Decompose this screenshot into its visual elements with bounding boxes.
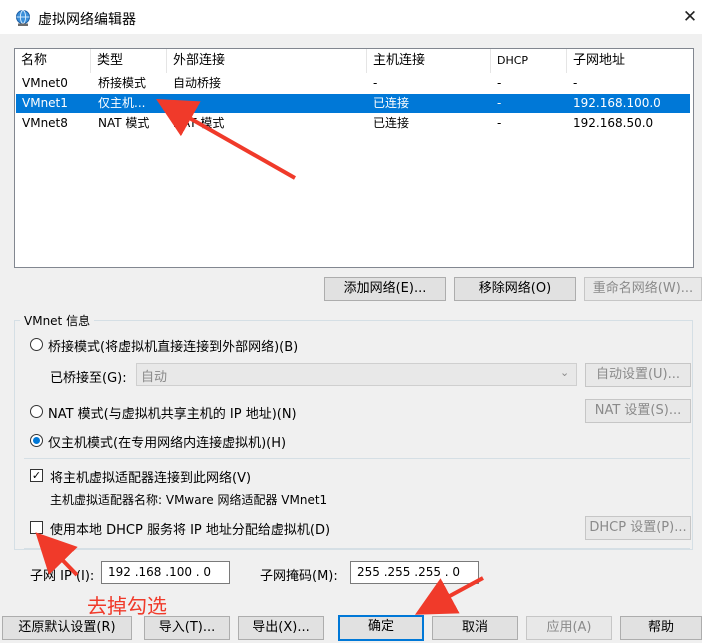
cell-type: 桥接模式 <box>98 76 147 90</box>
subnet-mask-label: 子网掩码(M): <box>260 569 338 584</box>
network-globe-icon <box>14 9 32 27</box>
column-header-type[interactable]: 类型 <box>91 49 167 73</box>
cell-subnet: 192.168.50.0 <box>573 116 654 130</box>
bridged-to-select[interactable] <box>136 363 577 386</box>
column-header-external[interactable]: 外部连接 <box>167 49 367 73</box>
network-row-vmnet1[interactable]: VMnet1 仅主机... - 已连接 - 192.168.100.0 <box>16 94 690 113</box>
network-row-vmnet0[interactable]: VMnet0 桥接模式 自动桥接 - - - <box>16 74 690 93</box>
dhcp-settings-button[interactable]: DHCP 设置(P)... <box>585 516 691 540</box>
auto-settings-button[interactable]: 自动设置(U)... <box>585 363 691 387</box>
subnet-ip-label: 子网 IP (I): <box>30 569 95 584</box>
vmnet-info-title: VMnet 信息 <box>20 312 95 329</box>
nat-settings-button[interactable]: NAT 设置(S)... <box>585 399 691 423</box>
column-header-subnet[interactable]: 子网地址 <box>567 49 691 73</box>
column-header-host[interactable]: 主机连接 <box>367 49 491 73</box>
connect-adapter-checkbox[interactable]: ✓ <box>30 469 43 482</box>
cell-type: 仅主机... <box>98 96 146 110</box>
bridged-to-value: 自动 <box>141 370 168 385</box>
connect-adapter-label[interactable]: 将主机虚拟适配器连接到此网络(V) <box>50 467 251 486</box>
cell-name: VMnet1 <box>22 96 68 110</box>
dhcp-checkbox[interactable] <box>30 521 43 534</box>
window-title: 虚拟网络编辑器 <box>38 12 136 28</box>
dhcp-label[interactable]: 使用本地 DHCP 服务将 IP 地址分配给虚拟机(D) <box>50 519 330 538</box>
remove-network-button[interactable]: 移除网络(O) <box>454 277 576 301</box>
nat-mode-radio[interactable] <box>30 405 43 418</box>
ok-button[interactable]: 确定 <box>338 615 424 641</box>
cell-dhcp: - <box>497 116 502 130</box>
divider <box>24 458 690 459</box>
cell-name: VMnet0 <box>22 76 68 90</box>
bridged-to-label: 已桥接至(G): <box>50 371 127 386</box>
restore-defaults-button[interactable]: 还原默认设置(R) <box>2 616 132 640</box>
cancel-button[interactable]: 取消 <box>432 616 518 640</box>
subnet-ip-input[interactable]: 192 .168 .100 . 0 <box>101 561 230 584</box>
chevron-down-icon: ⌄ <box>560 366 570 379</box>
column-header-name[interactable]: 名称 <box>15 49 91 73</box>
bridged-mode-label[interactable]: 桥接模式(将虚拟机直接连接到外部网络)(B) <box>48 336 298 355</box>
nat-mode-label[interactable]: NAT 模式(与虚拟机共享主机的 IP 地址)(N) <box>48 403 297 422</box>
cell-type: NAT 模式 <box>98 116 150 130</box>
help-button[interactable]: 帮助 <box>620 616 702 640</box>
network-list[interactable]: 名称 类型 外部连接 主机连接 DHCP 子网地址 VMnet0 桥接模式 自动… <box>14 48 694 268</box>
subnet-mask-input[interactable]: 255 .255 .255 . 0 <box>350 561 479 584</box>
close-button[interactable]: ✕ <box>678 4 702 30</box>
column-header-dhcp[interactable]: DHCP <box>491 49 567 73</box>
bridged-mode-radio[interactable] <box>30 338 43 351</box>
add-network-button[interactable]: 添加网络(E)... <box>324 277 446 301</box>
cell-host: 已连接 <box>373 96 410 110</box>
host-only-mode-label[interactable]: 仅主机模式(在专用网络内连接虚拟机)(H) <box>48 432 286 451</box>
cell-subnet: - <box>573 76 578 90</box>
host-only-mode-radio[interactable] <box>30 434 43 447</box>
divider <box>24 548 690 549</box>
rename-network-button[interactable]: 重命名网络(W)... <box>584 277 702 301</box>
cell-host: - <box>373 76 378 90</box>
annotation-text: 去掉勾选 <box>87 594 167 618</box>
cell-external: - <box>173 96 178 110</box>
export-button[interactable]: 导出(X)... <box>238 616 324 640</box>
cell-external: 自动桥接 <box>173 76 222 90</box>
cell-subnet: 192.168.100.0 <box>573 96 661 110</box>
adapter-name-label: 主机虚拟适配器名称: VMware 网络适配器 VMnet1 <box>50 493 328 507</box>
cell-external: NAT 模式 <box>173 116 225 130</box>
cell-name: VMnet8 <box>22 116 68 130</box>
network-row-vmnet8[interactable]: VMnet8 NAT 模式 NAT 模式 已连接 - 192.168.50.0 <box>16 114 690 133</box>
cell-dhcp: - <box>497 96 502 110</box>
cell-host: 已连接 <box>373 116 410 130</box>
import-button[interactable]: 导入(T)... <box>144 616 230 640</box>
cell-dhcp: - <box>497 76 502 90</box>
apply-button[interactable]: 应用(A) <box>526 616 612 640</box>
